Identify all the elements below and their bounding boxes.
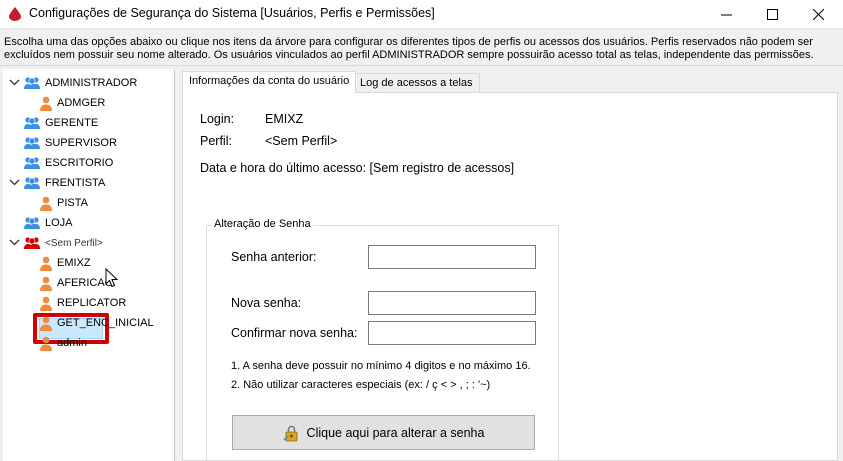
tree-user-item[interactable]: AFERICAO <box>39 273 113 293</box>
profile-label: Perfil: <box>200 134 232 148</box>
password-groupbox: Alteração de Senha Senha anterior: Nova … <box>206 218 559 461</box>
users-group-icon <box>23 176 41 190</box>
info-line-2: excluídos nem possuir seu nome alterado.… <box>4 49 814 61</box>
details-panel: Log de acessos a telas Login: EMIXZ Perf… <box>177 69 843 461</box>
tab-log[interactable]: Log de acessos a telas <box>353 73 480 94</box>
tree-item-label: ESCRITORIO <box>45 157 114 169</box>
user-icon <box>39 336 53 351</box>
new-password-label: Nova senha: <box>231 296 302 310</box>
users-group-icon <box>23 236 41 250</box>
tree-user-item[interactable]: GET_ENC_INICIAL <box>39 313 154 333</box>
change-password-button-label: Clique aqui para alterar a senha <box>306 425 485 440</box>
tree-item-label: admin <box>57 337 87 349</box>
user-icon <box>39 276 53 291</box>
user-icon <box>39 316 53 331</box>
expand-chevron-icon[interactable] <box>9 177 21 189</box>
maximize-icon <box>766 9 778 20</box>
tree-user-item[interactable]: admin <box>39 333 87 353</box>
tab-content: Login: EMIXZ Perfil: <Sem Perfil> Data e… <box>182 92 838 461</box>
login-value: EMIXZ <box>265 112 304 126</box>
change-password-button[interactable]: Clique aqui para alterar a senha <box>232 415 535 450</box>
user-icon <box>39 196 53 211</box>
confirm-password-label: Confirmar nova senha: <box>231 326 358 340</box>
key-lock-icon <box>282 425 297 441</box>
info-line-1: Escolha uma das opções abaixo ou clique … <box>4 36 813 48</box>
login-label: Login: <box>200 112 235 126</box>
confirm-password-input[interactable] <box>368 321 536 345</box>
users-group-icon <box>23 156 41 170</box>
password-rule-2: 2. Não utilizar caracteres especiais (ex… <box>231 379 491 391</box>
users-group-icon <box>23 216 41 230</box>
tree-item-label: SUPERVISOR <box>45 137 117 149</box>
users-group-icon <box>23 116 41 130</box>
new-password-input[interactable] <box>368 291 536 315</box>
close-button[interactable] <box>795 0 841 29</box>
password-rule-1: 1. A senha deve possuir no mínimo 4 digi… <box>231 360 531 372</box>
tree-group-item[interactable]: FRENTISTA <box>9 173 106 193</box>
tree-group-item[interactable]: <Sem Perfil> <box>9 233 103 253</box>
expand-chevron-icon[interactable] <box>9 77 21 89</box>
mouse-cursor-icon <box>105 268 119 288</box>
old-password-input[interactable] <box>368 245 536 269</box>
tree-item-label: ADMINISTRADOR <box>45 77 138 89</box>
user-icon <box>39 296 53 311</box>
tree-group-item[interactable]: SUPERVISOR <box>23 133 117 153</box>
user-icon <box>39 256 53 271</box>
tree-group-item[interactable]: ESCRITORIO <box>23 153 113 173</box>
app-drop-icon <box>9 7 21 21</box>
window-title: Configurações de Segurança do Sistema [U… <box>29 6 435 20</box>
tree-item-label: GET_ENC_INICIAL <box>57 317 154 329</box>
tree-user-item[interactable]: REPLICATOR <box>39 293 126 313</box>
title-bar: Configurações de Segurança do Sistema [U… <box>0 0 843 29</box>
old-password-label: Senha anterior: <box>231 250 317 264</box>
tree-item-label: FRENTISTA <box>45 177 106 189</box>
profile-value: <Sem Perfil> <box>265 134 338 148</box>
minimize-icon <box>720 14 732 16</box>
tree-group-item[interactable]: LOJA <box>23 213 73 233</box>
tab-account-info[interactable]: Informações da conta do usuário <box>182 71 357 93</box>
expand-chevron-icon[interactable] <box>9 237 21 249</box>
tree-user-item[interactable]: ADMGER <box>39 93 105 113</box>
tree-group-item[interactable]: ADMINISTRADOR <box>9 73 138 93</box>
maximize-button[interactable] <box>749 0 795 29</box>
close-icon <box>812 9 824 20</box>
tree-user-item[interactable]: EMIXZ <box>39 253 91 273</box>
user-icon <box>39 96 53 111</box>
last-access-text: Data e hora do último acesso: [Sem regis… <box>200 161 515 175</box>
password-group-title: Alteração de Senha <box>212 218 313 230</box>
tree-item-label: REPLICATOR <box>57 297 127 309</box>
tree-item-label: ADMGER <box>57 97 106 109</box>
profile-tree[interactable]: ADMINISTRADOR ADMGER GERENTE SUPERVISOR … <box>3 69 175 461</box>
tree-item-label: GERENTE <box>45 117 99 129</box>
tree-item-label: EMIXZ <box>57 257 91 269</box>
users-group-icon <box>23 76 41 90</box>
tree-user-item[interactable]: PISTA <box>39 193 88 213</box>
tree-item-label: PISTA <box>57 197 88 209</box>
info-text: Escolha uma das opções abaixo ou clique … <box>0 30 843 66</box>
minimize-button[interactable] <box>703 0 749 29</box>
tree-item-label: <Sem Perfil> <box>45 237 103 249</box>
tree-group-item[interactable]: GERENTE <box>23 113 98 133</box>
users-group-icon <box>23 136 41 150</box>
tree-item-label: LOJA <box>45 217 73 229</box>
